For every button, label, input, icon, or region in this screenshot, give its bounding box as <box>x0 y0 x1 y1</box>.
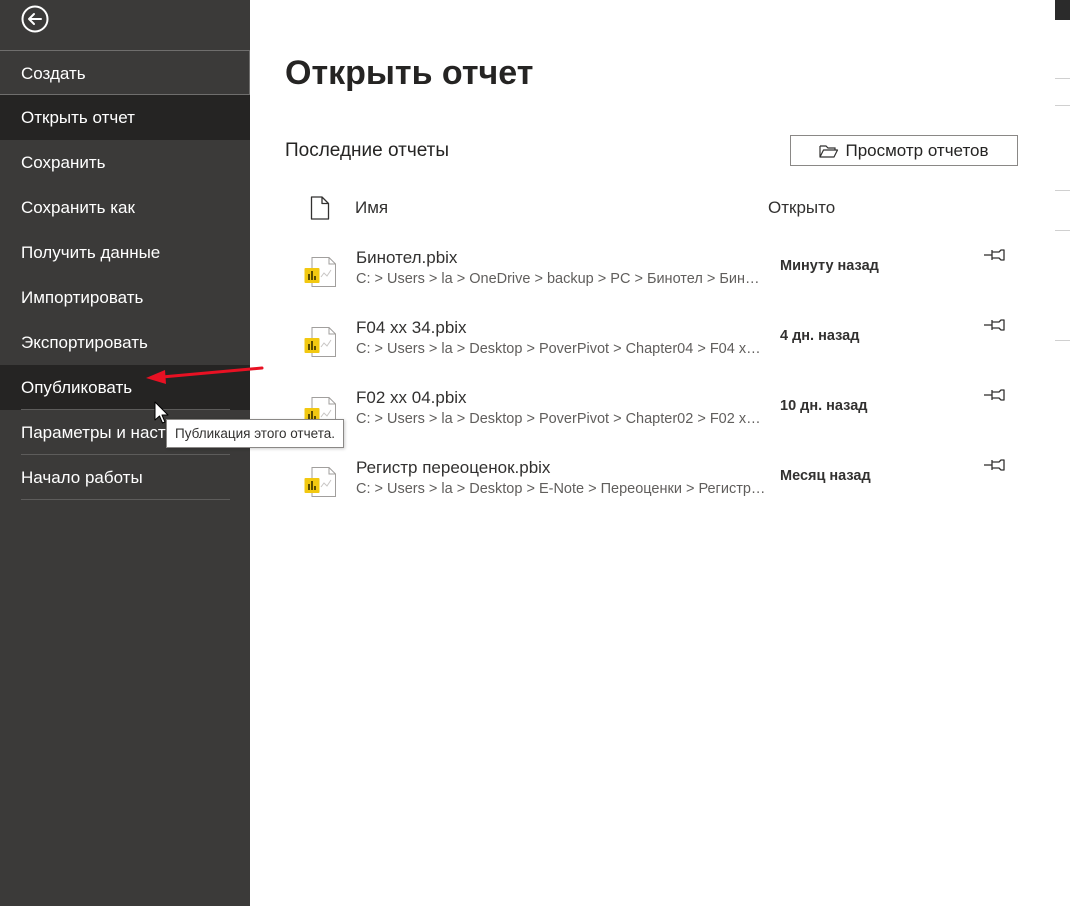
backstage-sidebar: Создать Открыть отчет Сохранить Сохранит… <box>0 0 250 906</box>
file-icon <box>310 196 330 220</box>
pbix-file-icon <box>304 467 336 497</box>
sidebar-item-save-as[interactable]: Сохранить как <box>0 185 250 230</box>
sidebar-item-save[interactable]: Сохранить <box>0 140 250 185</box>
file-path: C: > Users > la > OneDrive > backup > PC… <box>356 271 766 287</box>
file-path: C: > Users > la > Desktop > PoverPivot >… <box>356 341 766 357</box>
open-report-panel: Открыть отчет Последние отчеты Просмотр … <box>250 0 1055 906</box>
divider <box>1055 78 1070 79</box>
browse-reports-button[interactable]: Просмотр отчетов <box>790 135 1018 166</box>
file-opened-time: Месяц назад <box>780 468 871 484</box>
sidebar-item-label: Сохранить <box>21 153 106 172</box>
pin-icon[interactable] <box>983 458 1007 472</box>
pin-icon[interactable] <box>983 248 1007 262</box>
recent-file-row[interactable]: Бинотел.pbix C: > Users > la > OneDrive >… <box>300 248 1015 310</box>
sidebar-item-label: Экспортировать <box>21 333 148 352</box>
publish-tooltip: Публикация этого отчета. <box>166 419 344 448</box>
browse-reports-label: Просмотр отчетов <box>845 140 989 160</box>
sidebar-item-label: Открыть отчет <box>21 108 135 127</box>
sidebar-item-export[interactable]: Экспортировать <box>0 320 250 365</box>
pbix-file-icon <box>304 257 336 287</box>
file-name: F02 xx 04.pbix <box>356 388 467 407</box>
sidebar-item-label: Получить данные <box>21 243 161 262</box>
recent-file-row[interactable]: Регистр переоценок.pbix C: > Users > la >… <box>300 458 1015 520</box>
file-opened-time: 10 дн. назад <box>780 398 868 414</box>
pbix-file-icon <box>304 327 336 357</box>
page-title: Открыть отчет <box>285 54 534 92</box>
pin-icon[interactable] <box>983 388 1007 402</box>
sidebar-item-label: Сохранить как <box>21 198 135 217</box>
divider <box>1055 340 1070 341</box>
sidebar-item-publish[interactable]: Опубликовать <box>0 365 250 410</box>
divider <box>21 499 230 500</box>
file-name: Бинотел.pbix <box>356 248 458 267</box>
sidebar-item-open-report[interactable]: Открыть отчет <box>0 95 250 140</box>
sidebar-item-label: Создать <box>21 64 86 83</box>
file-path: C: > Users > la > Desktop > E-Note > Пер… <box>356 481 766 497</box>
file-opened-time: 4 дн. назад <box>780 328 860 344</box>
recent-file-row[interactable]: F04 xx 34.pbix C: > Users > la > Desktop … <box>300 318 1015 380</box>
sidebar-item-label: Опубликовать <box>21 378 133 397</box>
background-titlebar <box>1055 0 1070 20</box>
column-header-name[interactable]: Имя <box>355 198 388 218</box>
sidebar-item-create[interactable]: Создать <box>0 50 250 95</box>
divider <box>1055 230 1070 231</box>
background-window-edge <box>1055 0 1070 906</box>
back-button[interactable] <box>20 4 50 34</box>
column-header-opened[interactable]: Открыто <box>768 198 835 218</box>
sidebar-item-label: Начало работы <box>21 468 143 487</box>
recent-file-row[interactable]: F02 xx 04.pbix C: > Users > la > Desktop … <box>300 388 1015 450</box>
folder-open-icon <box>819 144 839 158</box>
sidebar-item-import[interactable]: Импортировать <box>0 275 250 320</box>
divider <box>1055 105 1070 106</box>
recent-reports-heading: Последние отчеты <box>285 140 450 161</box>
divider <box>1055 190 1070 191</box>
sidebar-item-getting-started[interactable]: Начало работы <box>0 455 250 500</box>
pin-icon[interactable] <box>983 318 1007 332</box>
arrow-left-circle-icon <box>21 5 49 33</box>
file-opened-time: Минуту назад <box>780 258 879 274</box>
file-path: C: > Users > la > Desktop > PoverPivot >… <box>356 411 766 427</box>
file-name: F04 xx 34.pbix <box>356 318 467 337</box>
sidebar-item-get-data[interactable]: Получить данные <box>0 230 250 275</box>
sidebar-item-label: Импортировать <box>21 288 144 307</box>
file-name: Регистр переоценок.pbix <box>356 458 551 477</box>
